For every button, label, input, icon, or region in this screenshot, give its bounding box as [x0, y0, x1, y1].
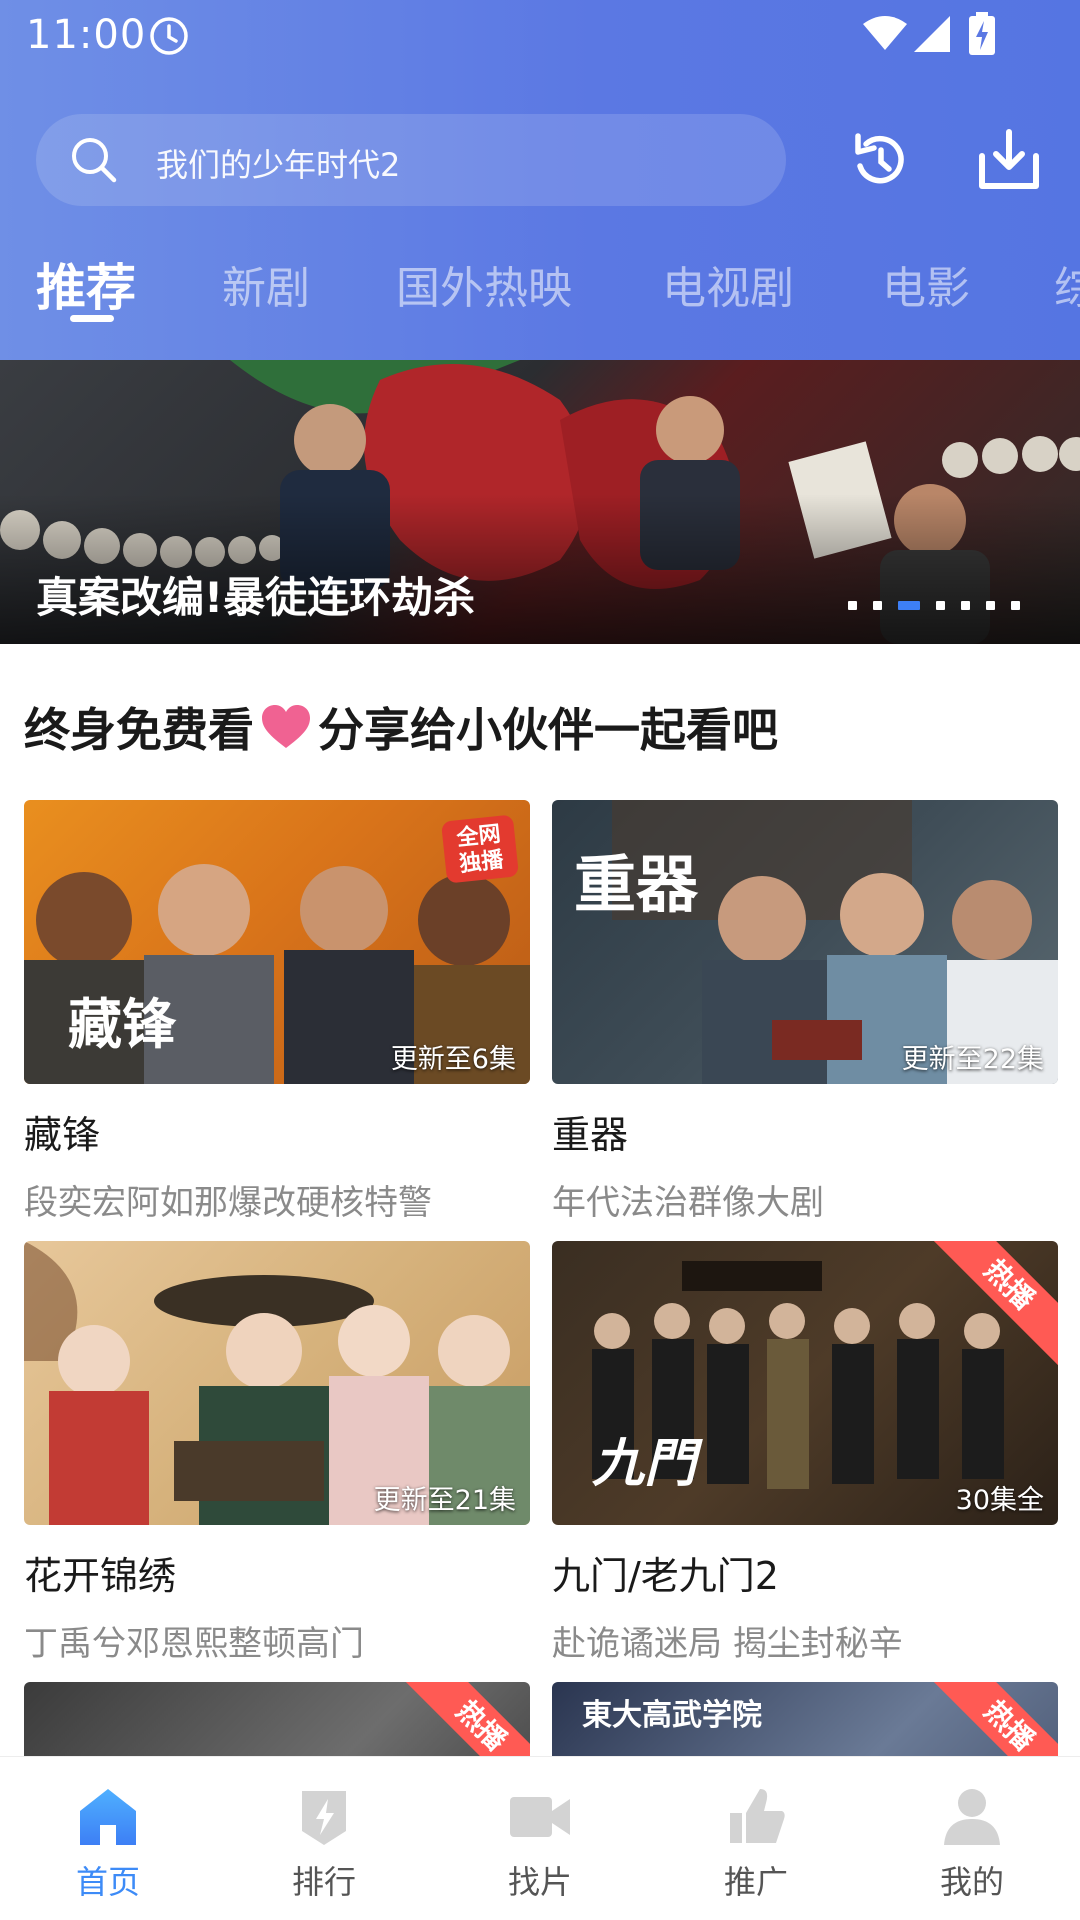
episode-count: 30集全 [955, 1485, 1044, 1516]
banner-title: 真案改编!暴徒连环劫杀 [36, 573, 476, 622]
tab-tv-series[interactable]: 电视剧 [662, 252, 794, 316]
download-icon[interactable] [974, 126, 1044, 196]
hero-banner[interactable]: 真案改编!暴徒连环劫杀 [0, 360, 1080, 644]
signal-icon [914, 16, 950, 52]
section-title-part1: 终身免费看 [24, 703, 254, 757]
poster-image: 重器 更新至22集 [552, 800, 1058, 1084]
search-placeholder: 我们的少年时代2 [156, 146, 401, 184]
wifi-icon [863, 16, 907, 50]
card-subtitle: 段奕宏阿如那爆改硬核特警 [24, 1183, 432, 1223]
poster-logo: 重器 [574, 848, 699, 921]
category-tabs: 推荐 新剧 国外热映 电视剧 电影 综 [0, 236, 1080, 326]
history-icon[interactable] [844, 126, 914, 196]
nav-label: 首页 [75, 1863, 140, 1901]
nav-home[interactable]: 首页 [0, 1757, 216, 1920]
card-title: 重器 [552, 1113, 629, 1157]
banner-dot [936, 600, 945, 610]
banner-dot [1011, 600, 1020, 610]
thumbs-up-icon [730, 1789, 785, 1843]
nav-profile[interactable]: 我的 [864, 1757, 1080, 1920]
nav-label: 找片 [507, 1863, 572, 1901]
bottom-navigation: 首页 排行 找片 推广 我的 [0, 1756, 1080, 1920]
alarm-clock-icon [150, 17, 188, 55]
poster-image: 更新至21集 [24, 1241, 530, 1525]
banner-dot-active [898, 600, 920, 610]
nav-promote[interactable]: 推广 [648, 1757, 864, 1920]
card-subtitle: 年代法治群像大剧 [552, 1183, 824, 1223]
banner-dot [848, 600, 857, 610]
heart-icon [262, 705, 310, 748]
nav-label: 排行 [291, 1863, 356, 1901]
banner-dot [986, 600, 995, 610]
video-card[interactable]: 九門 热播 30集全 九门/老九门2 赴诡谲迷局 揭尘封秘辛 [552, 1241, 1058, 1665]
search-icon [72, 138, 117, 183]
tab-movies[interactable]: 电影 [882, 252, 970, 316]
video-card[interactable]: 藏锋 全网 独播 更新至6集 藏锋 段奕宏阿如那爆改硬核特警 [24, 800, 530, 1224]
poster-logo: 東大高武学院 [582, 1698, 762, 1733]
status-bar: 11:00 [0, 0, 1080, 70]
user-icon [944, 1789, 1000, 1845]
card-title: 九门/老九门2 [552, 1554, 779, 1598]
video-card[interactable]: 重器 更新至22集 重器 年代法治群像大剧 [552, 800, 1058, 1224]
nav-label: 我的 [939, 1863, 1004, 1901]
nav-label: 推广 [723, 1863, 788, 1901]
banner-pagination [848, 600, 1036, 610]
exclusive-badge: 全网 独播 [440, 814, 520, 884]
tab-recommend[interactable]: 推荐 [36, 248, 136, 320]
home-icon [80, 1789, 136, 1845]
card-subtitle: 丁禹兮邓恩熙整顿高门 [24, 1624, 364, 1664]
header: 11:00 我们的少年时代2 推荐 新剧 国外热映 电视剧 电影 综 [0, 0, 1080, 360]
video-camera-icon [510, 1797, 570, 1837]
status-time: 11:00 [26, 12, 147, 58]
card-title: 花开锦绣 [24, 1554, 177, 1598]
search-input[interactable]: 我们的少年时代2 [36, 114, 786, 206]
poster-image: 九門 热播 30集全 [552, 1241, 1058, 1525]
tab-indicator [70, 315, 114, 322]
episode-count: 更新至6集 [390, 1044, 516, 1075]
tab-foreign-hits[interactable]: 国外热映 [396, 252, 572, 316]
tab-variety[interactable]: 综 [1054, 252, 1080, 316]
episode-count: 更新至22集 [901, 1044, 1044, 1075]
episode-count: 更新至21集 [373, 1485, 516, 1516]
banner-dot [961, 600, 970, 610]
section-title: 终身免费看 分享给小伙伴一起看吧 [24, 694, 778, 760]
video-card[interactable]: 更新至21集 花开锦绣 丁禹兮邓恩熙整顿高门 [24, 1241, 530, 1665]
ranking-icon [302, 1791, 346, 1845]
poster-logo: 九門 [592, 1434, 697, 1494]
nav-ranking[interactable]: 排行 [216, 1757, 432, 1920]
tab-new-drama[interactable]: 新剧 [222, 252, 310, 316]
card-title: 藏锋 [24, 1113, 101, 1157]
battery-charging-icon [969, 12, 995, 55]
poster-logo: 藏锋 [68, 993, 176, 1056]
nav-discover[interactable]: 找片 [432, 1757, 648, 1920]
card-subtitle: 赴诡谲迷局 揭尘封秘辛 [552, 1624, 903, 1664]
poster-image: 藏锋 全网 独播 更新至6集 [24, 800, 530, 1084]
section-title-part2: 分享给小伙伴一起看吧 [318, 703, 778, 757]
banner-dot [873, 600, 882, 610]
